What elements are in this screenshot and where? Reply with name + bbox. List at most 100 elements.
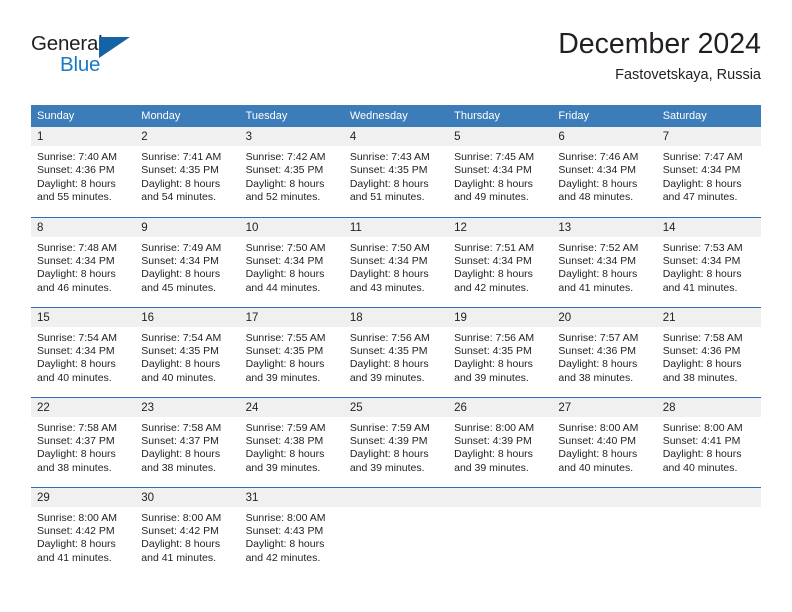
day-cell[interactable]: 6 Sunrise: 7:46 AM Sunset: 4:34 PM Daylight… — [552, 127, 657, 217]
daylight-duration-line1: Daylight: 8 hours — [349, 177, 429, 190]
daylight-duration-line2: and 39 minutes. — [245, 371, 321, 384]
daylight-duration-line1: Daylight: 8 hours — [662, 268, 742, 281]
day-cell[interactable]: 21 Sunrise: 7:58 AM Sunset: 4:36 PM Dayligh… — [656, 306, 761, 397]
day-cell[interactable]: 23 Sunrise: 7:58 AM Sunset: 4:37 PM Dayligh… — [135, 396, 240, 487]
day-details: Sunrise: 7:46 AM Sunset: 4:34 PM Daylight:… — [552, 146, 656, 205]
sunrise-time: Sunrise: 7:50 AM — [349, 241, 430, 254]
sunset-time: Sunset: 4:34 PM — [245, 254, 324, 267]
daylight-duration-line2: and 42 minutes. — [245, 551, 321, 564]
sunrise-time: Sunrise: 7:59 AM — [349, 421, 430, 434]
daylight-duration-line2: and 40 minutes. — [662, 461, 738, 474]
day-number: 21 — [656, 307, 761, 327]
day-cell[interactable]: 26 Sunrise: 8:00 AM Sunset: 4:39 PM Dayligh… — [448, 396, 553, 487]
day-details: Sunrise: 7:56 AM Sunset: 4:35 PM Daylight:… — [448, 327, 552, 386]
title-block: December 2024 Fastovetskaya, Russia — [558, 28, 761, 83]
day-cell[interactable]: 31 Sunrise: 8:00 AM Sunset: 4:43 PM Dayligh… — [239, 486, 344, 577]
day-number: 17 — [239, 307, 344, 327]
daylight-duration-line1: Daylight: 8 hours — [245, 358, 325, 371]
day-cell[interactable]: 29 Sunrise: 8:00 AM Sunset: 4:42 PM Dayligh… — [31, 486, 136, 577]
day-cell[interactable]: 12 Sunrise: 7:51 AM Sunset: 4:34 PM Dayligh… — [448, 216, 553, 307]
sunrise-time: Sunrise: 8:00 AM — [662, 421, 743, 434]
day-cell[interactable]: 19 Sunrise: 7:56 AM Sunset: 4:35 PM Dayligh… — [448, 306, 553, 397]
sunset-time: Sunset: 4:34 PM — [141, 254, 219, 267]
day-number: 10 — [239, 217, 344, 237]
sunset-time: Sunset: 4:34 PM — [662, 164, 741, 177]
day-cell[interactable]: 13 Sunrise: 7:52 AM Sunset: 4:34 PM Dayligh… — [552, 216, 657, 307]
day-cell[interactable]: 16 Sunrise: 7:54 AM Sunset: 4:35 PM Dayligh… — [135, 306, 240, 397]
daylight-duration-line1: Daylight: 8 hours — [558, 268, 638, 281]
daylight-duration-line2: and 47 minutes. — [662, 191, 738, 204]
sunrise-time: Sunrise: 7:46 AM — [558, 151, 639, 163]
day-details: Sunrise: 7:48 AM Sunset: 4:34 PM Daylight:… — [31, 237, 135, 296]
day-cell[interactable]: 1 Sunrise: 7:40 AM Sunset: 4:36 PM Daylight… — [31, 127, 136, 217]
day-cell[interactable]: 27 Sunrise: 8:00 AM Sunset: 4:40 PM Dayligh… — [552, 396, 657, 487]
daylight-duration-line2: and 52 minutes. — [245, 191, 321, 204]
sunset-time: Sunset: 4:34 PM — [662, 254, 741, 267]
page-subtitle: Fastovetskaya, Russia — [615, 66, 761, 83]
day-cell[interactable]: 10 Sunrise: 7:50 AM Sunset: 4:34 PM Dayligh… — [239, 216, 344, 307]
daylight-duration-line2: and 41 minutes. — [141, 551, 216, 564]
sunset-time: Sunset: 4:35 PM — [245, 164, 324, 177]
day-cell[interactable]: 9 Sunrise: 7:49 AM Sunset: 4:34 PM Daylight… — [135, 216, 240, 307]
daylight-duration-line2: and 40 minutes. — [141, 371, 216, 384]
daylight-duration-line2: and 39 minutes. — [245, 461, 321, 474]
day-cell[interactable]: 2 Sunrise: 7:41 AM Sunset: 4:35 PM Daylight… — [135, 127, 240, 217]
day-cell[interactable]: 25 Sunrise: 7:59 AM Sunset: 4:39 PM Dayligh… — [343, 396, 449, 487]
daylight-duration-line1: Daylight: 8 hours — [141, 448, 221, 461]
day-cell[interactable]: 28 Sunrise: 8:00 AM Sunset: 4:41 PM Dayligh… — [656, 396, 761, 487]
sunrise-time: Sunrise: 7:54 AM — [37, 331, 117, 344]
sunrise-time: Sunrise: 7:52 AM — [558, 241, 639, 254]
daylight-duration-line1: Daylight: 8 hours — [558, 177, 638, 190]
day-details: Sunrise: 7:52 AM Sunset: 4:34 PM Daylight:… — [552, 237, 656, 296]
general-blue-logo[interactable]: General Blue — [31, 32, 151, 90]
weekday-header-thursday: Thursday — [448, 105, 553, 127]
sunset-time: Sunset: 4:35 PM — [349, 164, 428, 177]
day-number: 4 — [343, 127, 449, 146]
day-cell[interactable]: 4 Sunrise: 7:43 AM Sunset: 4:35 PM Daylight… — [343, 127, 449, 217]
day-details: Sunrise: 7:50 AM Sunset: 4:34 PM Daylight:… — [240, 237, 344, 296]
daylight-duration-line1: Daylight: 8 hours — [454, 268, 533, 281]
day-cell[interactable]: 8 Sunrise: 7:48 AM Sunset: 4:34 PM Daylight… — [31, 216, 136, 307]
day-number: 16 — [135, 307, 240, 327]
day-cell[interactable]: 24 Sunrise: 7:59 AM Sunset: 4:38 PM Dayligh… — [239, 396, 344, 487]
day-details: Sunrise: 8:00 AM Sunset: 4:41 PM Daylight:… — [657, 417, 761, 476]
sunrise-time: Sunrise: 7:45 AM — [454, 151, 535, 163]
day-details: Sunrise: 7:50 AM Sunset: 4:34 PM Daylight:… — [344, 237, 448, 296]
daylight-duration-line2: and 55 minutes. — [37, 191, 112, 204]
sunrise-time: Sunrise: 7:56 AM — [349, 331, 430, 344]
day-number: 31 — [239, 487, 344, 507]
sunrise-time: Sunrise: 8:00 AM — [454, 421, 535, 434]
day-cell[interactable]: 20 Sunrise: 7:57 AM Sunset: 4:36 PM Dayligh… — [552, 306, 657, 397]
daylight-duration-line2: and 46 minutes. — [37, 281, 112, 294]
daylight-duration-line2: and 49 minutes. — [454, 191, 529, 204]
logo-text-general: General — [31, 32, 103, 55]
sunset-time: Sunset: 4:37 PM — [141, 434, 219, 447]
day-details: Sunrise: 7:56 AM Sunset: 4:35 PM Daylight:… — [344, 327, 448, 386]
daylight-duration-line2: and 41 minutes. — [662, 281, 738, 294]
day-cell[interactable]: 5 Sunrise: 7:45 AM Sunset: 4:34 PM Daylight… — [448, 127, 553, 217]
daylight-duration-line1: Daylight: 8 hours — [245, 538, 325, 551]
day-details: Sunrise: 7:40 AM Sunset: 4:36 PM Daylight:… — [31, 146, 135, 205]
day-cell[interactable]: 22 Sunrise: 7:58 AM Sunset: 4:37 PM Dayligh… — [31, 396, 136, 487]
sunrise-time: Sunrise: 7:50 AM — [245, 241, 326, 254]
calendar-week-row: 8 Sunrise: 7:48 AM Sunset: 4:34 PM Daylight… — [31, 216, 761, 307]
daylight-duration-line1: Daylight: 8 hours — [454, 177, 533, 190]
day-cell[interactable]: 11 Sunrise: 7:50 AM Sunset: 4:34 PM Dayligh… — [343, 216, 449, 307]
daylight-duration-line2: and 39 minutes. — [349, 461, 425, 474]
sunset-time: Sunset: 4:35 PM — [454, 344, 532, 357]
day-cell[interactable]: 18 Sunrise: 7:56 AM Sunset: 4:35 PM Dayligh… — [343, 306, 449, 397]
day-details: Sunrise: 8:00 AM Sunset: 4:42 PM Daylight:… — [31, 507, 135, 566]
page-title: December 2024 — [558, 28, 761, 60]
weekday-header: Sunday Monday Tuesday Wednesday Thursday Frid… — [31, 105, 761, 127]
day-number: 7 — [656, 127, 761, 146]
sunrise-time: Sunrise: 7:42 AM — [245, 151, 326, 163]
day-cell[interactable]: 15 Sunrise: 7:54 AM Sunset: 4:34 PM Dayligh… — [31, 306, 136, 397]
day-cell[interactable]: 7 Sunrise: 7:47 AM Sunset: 4:34 PM Daylight… — [656, 127, 761, 217]
day-cell[interactable]: 17 Sunrise: 7:55 AM Sunset: 4:35 PM Dayligh… — [239, 306, 344, 397]
daylight-duration-line1: Daylight: 8 hours — [245, 448, 325, 461]
day-cell[interactable]: 3 Sunrise: 7:42 AM Sunset: 4:35 PM Daylight… — [239, 127, 344, 217]
day-cell[interactable]: 30 Sunrise: 8:00 AM Sunset: 4:42 PM Dayligh… — [135, 486, 240, 577]
daylight-duration-line2: and 42 minutes. — [454, 281, 529, 294]
day-cell[interactable]: 14 Sunrise: 7:53 AM Sunset: 4:34 PM Dayligh… — [656, 216, 761, 307]
day-number: 26 — [448, 397, 553, 417]
